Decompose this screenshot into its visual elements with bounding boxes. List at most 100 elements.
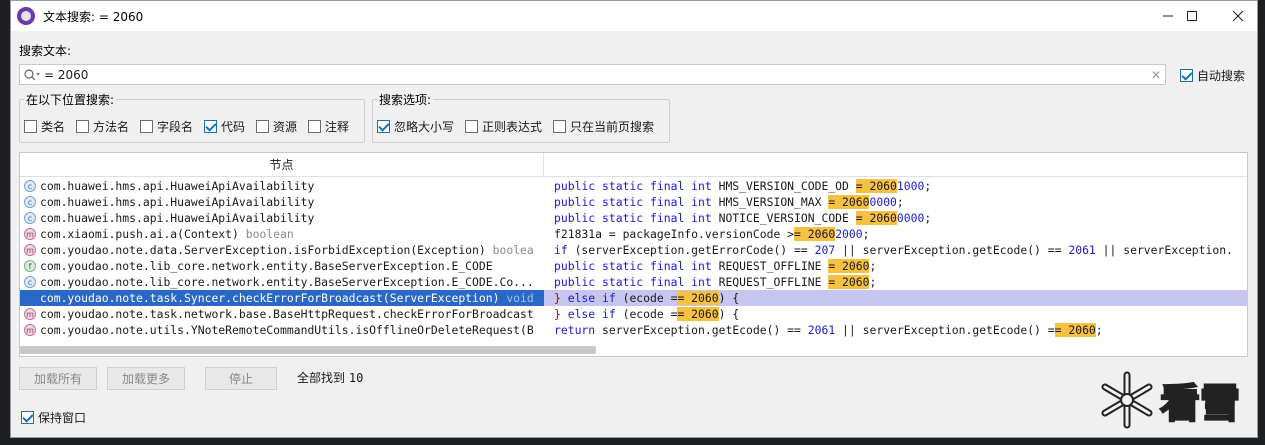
table-row[interactable]: c com.huawei.hms.api.HuaweiApiAvailabilit… [20,210,1247,226]
row-node: com.youdao.note.data.ServerException.isF… [40,243,544,257]
row-code: public static final int HMS_VERSION_CODE… [554,179,1246,193]
option-label: 类名 [41,120,66,134]
code-token: else if [567,307,623,321]
match-highlight: = 2060 [677,291,719,305]
option-label: 注释 [325,120,350,134]
option-label: 忽略大小写 [394,120,455,134]
table-row[interactable]: c com.youdao.note.lib_core.network.entity… [20,274,1247,290]
option-regex[interactable]: 正则表达式 [465,118,542,135]
code-token: 0000 [869,195,897,209]
checkbox-icon [465,120,478,133]
background-editor-strip [0,0,10,445]
code-token: 2061 [1068,243,1096,257]
code-token: ) { [718,307,740,321]
table-row[interactable]: c com.huawei.hms.api.HuaweiApiAvailabilit… [20,194,1247,210]
table-row[interactable]: f com.youdao.note.lib_core.network.entity… [20,258,1247,274]
row-code: public static final int REQUEST_OFFLINE … [554,259,1246,273]
keep-window-checkbox[interactable]: 保持窗口 [21,409,86,426]
table-header: 节点 [20,153,1247,177]
watermark-text: 看雪 [1159,380,1241,428]
node-name: com.youdao.note.task.Syncer.checkErrorFo… [40,291,500,305]
method-icon: m [24,228,36,240]
code-token: public static final int [554,211,719,225]
option-class-name[interactable]: 类名 [24,118,65,135]
window-title: 文本搜索: = 2060 [43,9,144,24]
column-header-node[interactable]: 节点 [20,153,544,177]
table-row[interactable]: mcom.youdao.note.task.Syncer.checkErrorF… [20,290,1247,306]
option-label: 资源 [273,120,298,134]
code-token: f21831a = packageInfo.versionCode > [554,227,795,241]
table-row[interactable]: m com.youdao.note.data.ServerException.is… [20,242,1247,258]
option-label: 方法名 [93,120,130,134]
option-label: 代码 [221,120,246,134]
code-token: (serverException.getErrorCode() == [574,243,815,257]
checkbox-icon [377,120,390,133]
table-row[interactable]: c com.huawei.hms.api.HuaweiApiAvailabilit… [20,178,1247,194]
row-node: com.youdao.note.lib_core.network.entity.… [40,259,544,273]
stop-button[interactable]: 停止 [205,367,277,390]
kanxue-watermark: 看雪 [1098,368,1253,432]
load-all-button[interactable]: 加载所有 [19,367,97,390]
row-code: f21831a = packageInfo.versionCode >= 206… [554,227,1246,241]
search-location-group: 在以下位置搜索: [19,91,365,143]
code-token: HMS_VERSION_MAX [718,195,829,209]
node-name: com.youdao.note.lib_core.network.entity.… [40,259,493,273]
horizontal-scrollbar[interactable] [20,346,596,354]
node-name: com.youdao.note.utils.YNoteRemoteCommand… [40,323,534,337]
match-highlight: = 2060 [855,211,897,225]
code-token: (ecode [622,307,671,321]
code-token: } [554,291,568,305]
code-token: return [554,323,603,337]
code-token: REQUEST_OFFLINE [718,259,829,273]
code-token: || serverException.getEcode() [835,323,1048,337]
auto-search-checkbox[interactable]: 自动搜索 [1180,67,1245,84]
option-code[interactable]: 代码 [204,118,245,135]
row-code: if (serverException.getErrorCode() == 20… [554,243,1246,257]
class-icon: c [24,276,36,288]
close-button[interactable] [1215,1,1261,31]
code-token: ; [869,259,877,273]
code-token: ; [869,275,877,289]
code-token: else if [567,291,623,305]
code-token: } [554,307,568,321]
option-field-name[interactable]: 字段名 [140,118,193,135]
row-code: public static final int NOTICE_VERSION_C… [554,211,1246,225]
node-name: com.xiaomi.push.ai.a(Context) [40,227,239,241]
class-icon: c [24,196,36,208]
code-token: ; [862,227,870,241]
maximize-button[interactable] [1169,1,1215,31]
method-icon: m [24,324,36,336]
match-highlight: = 2060 [1054,323,1096,337]
clear-icon[interactable]: ✕ [1151,68,1161,82]
row-code: public static final int HMS_VERSION_MAX … [554,195,1246,209]
row-node: com.youdao.note.lib_core.network.entity.… [40,275,544,289]
table-row[interactable]: m com.xiaomi.push.ai.a(Context) boolean f2… [20,226,1247,242]
option-current-page-only[interactable]: 只在当前页搜索 [553,118,654,135]
node-name: com.youdao.note.task.network.base.BaseHt… [40,307,534,321]
row-code: } else if (ecode == 2060) { [554,307,1246,321]
option-method-name[interactable]: 方法名 [76,118,129,135]
auto-search-label: 自动搜索 [1197,69,1246,83]
search-input[interactable]: = 2060 ✕ [19,64,1166,85]
checkbox-icon [24,120,37,133]
match-highlight: = 2060 [677,307,719,321]
load-more-button[interactable]: 加载更多 [107,367,185,390]
row-node: com.xiaomi.push.ai.a(Context) boolean [40,227,544,241]
code-token: public static final int [554,259,719,273]
option-ignore-case[interactable]: 忽略大小写 [377,118,454,135]
code-token: = [1047,323,1055,337]
option-comment[interactable]: 注释 [308,118,349,135]
row-node: com.youdao.note.task.Syncer.checkErrorFo… [20,290,544,306]
option-label: 正则表达式 [482,120,543,134]
option-label: 只在当前页搜索 [570,120,655,134]
code-token: 0000 [896,211,925,225]
found-label: 全部找到 [297,371,346,385]
method-icon: m [24,308,36,320]
table-row[interactable]: m com.youdao.note.utils.YNoteRemoteComman… [20,322,1247,338]
app-icon [17,7,35,25]
title-bar: 文本搜索: = 2060 [11,1,1257,31]
code-token: public static final int [554,195,719,209]
table-row[interactable]: m com.youdao.note.task.network.base.BaseH… [20,306,1247,322]
option-resource[interactable]: 资源 [256,118,297,135]
found-count-text: 全部找到 10 [297,369,363,386]
